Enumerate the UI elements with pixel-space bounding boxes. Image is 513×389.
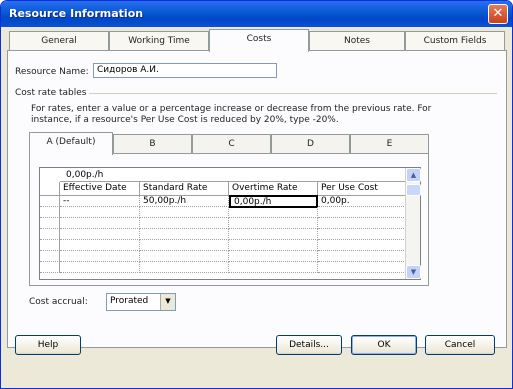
column-header-standard-rate: Standard Rate: [140, 182, 229, 196]
chevron-down-icon: ▼: [410, 268, 417, 276]
tab-general[interactable]: General: [9, 31, 109, 51]
rate-table-tabs: A (Default) B C D E: [29, 132, 429, 155]
help-button[interactable]: Help: [15, 335, 81, 355]
empty-cell[interactable]: [60, 240, 140, 251]
tab-rate-a[interactable]: A (Default): [29, 132, 113, 155]
cell-per-use-cost[interactable]: 0,00р.: [318, 196, 406, 207]
empty-cell[interactable]: [60, 251, 140, 262]
empty-cell[interactable]: [318, 218, 406, 229]
resource-name-field[interactable]: Сидоров А.И.: [93, 63, 277, 78]
empty-cell[interactable]: [60, 229, 140, 240]
cell-effective-date[interactable]: --: [60, 196, 140, 207]
chevron-up-icon: ▲: [410, 171, 417, 179]
close-icon: ✕: [492, 6, 504, 21]
empty-cell[interactable]: [229, 207, 318, 218]
window-title: Resource Information: [9, 7, 144, 20]
empty-cell[interactable]: [60, 207, 140, 218]
empty-cell[interactable]: [60, 218, 140, 229]
grid-edit-bar[interactable]: 0,00р./h: [60, 168, 406, 182]
chevron-down-icon[interactable]: ▼: [160, 294, 175, 310]
empty-cell[interactable]: [140, 218, 229, 229]
cost-rate-grid[interactable]: 0,00р./h Effective Date Standard Rate Ov…: [39, 167, 421, 280]
empty-cell[interactable]: [318, 251, 406, 262]
cost-rate-hint-line1: For rates, enter a value or a percentage…: [31, 104, 432, 114]
empty-cell[interactable]: [229, 240, 318, 251]
tab-working-time[interactable]: Working Time: [109, 31, 209, 51]
empty-cell[interactable]: [229, 218, 318, 229]
tab-rate-c[interactable]: C: [192, 134, 271, 154]
scroll-thumb[interactable]: [406, 184, 421, 196]
empty-cell[interactable]: [140, 229, 229, 240]
column-header-overtime-rate: Overtime Rate: [229, 182, 318, 196]
column-header-effective-date: Effective Date: [60, 182, 140, 196]
grid-corner: [40, 182, 60, 196]
tab-rate-d[interactable]: D: [271, 134, 350, 154]
title-bar: Resource Information ✕: [1, 1, 512, 27]
empty-cell[interactable]: [140, 240, 229, 251]
cost-accrual-value: Prorated: [110, 296, 149, 306]
cell-standard-rate[interactable]: 50,00р./h: [140, 196, 229, 207]
grid-vertical-scrollbar[interactable]: ▲ ▼: [405, 168, 421, 279]
empty-cell[interactable]: [229, 262, 318, 273]
empty-cell[interactable]: [60, 262, 140, 273]
empty-cell[interactable]: [229, 251, 318, 262]
empty-cell[interactable]: [318, 229, 406, 240]
empty-cell[interactable]: [318, 240, 406, 251]
row-header: [40, 251, 60, 262]
section-divider: [89, 93, 497, 94]
tab-rate-b[interactable]: B: [113, 134, 192, 154]
resource-information-dialog: Resource Information ✕ General Working T…: [0, 0, 513, 389]
column-header-per-use-cost: Per Use Cost: [318, 182, 406, 196]
tab-notes[interactable]: Notes: [309, 31, 405, 51]
row-header: [40, 262, 60, 273]
resource-name-label: Resource Name:: [15, 67, 89, 77]
scroll-down-button[interactable]: ▼: [406, 265, 421, 279]
ok-button[interactable]: OK: [351, 335, 417, 355]
cancel-button[interactable]: Cancel: [425, 335, 495, 355]
row-header: [40, 229, 60, 240]
empty-cell[interactable]: [318, 207, 406, 218]
dialog-tabs: General Working Time Costs Notes Custom …: [9, 29, 506, 52]
tab-rate-e[interactable]: E: [350, 134, 429, 154]
cost-accrual-select[interactable]: Prorated ▼: [106, 293, 176, 311]
cost-rate-hint-line2: instance, if a resource's Per Use Cost i…: [31, 115, 339, 125]
cost-accrual-label: Cost accrual:: [29, 297, 88, 307]
row-header: [40, 218, 60, 229]
empty-cell[interactable]: [229, 229, 318, 240]
details-button[interactable]: Details...: [276, 335, 342, 355]
empty-cell[interactable]: [140, 262, 229, 273]
tab-custom-fields[interactable]: Custom Fields: [405, 31, 505, 51]
tab-costs[interactable]: Costs: [209, 29, 309, 52]
empty-cell[interactable]: [140, 207, 229, 218]
close-button[interactable]: ✕: [488, 4, 508, 24]
cost-rate-tables-label: Cost rate tables: [15, 88, 87, 98]
row-header: [40, 196, 60, 207]
empty-cell[interactable]: [318, 262, 406, 273]
row-header: [40, 207, 60, 218]
row-header: [40, 240, 60, 251]
empty-cell[interactable]: [140, 251, 229, 262]
scroll-up-button[interactable]: ▲: [406, 168, 421, 182]
